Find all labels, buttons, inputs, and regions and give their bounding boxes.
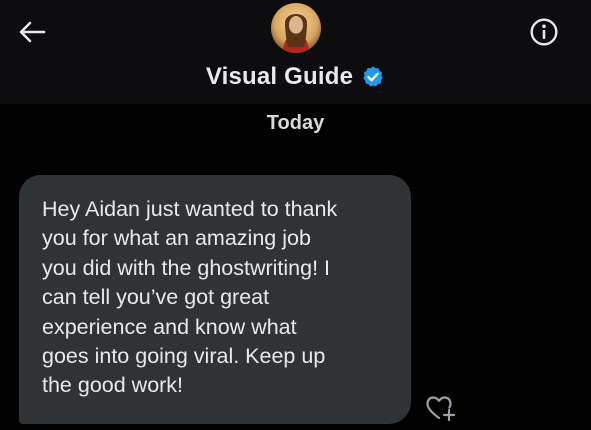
arrow-left-icon: [17, 20, 47, 44]
back-button[interactable]: [14, 16, 50, 48]
date-separator: Today: [266, 112, 325, 134]
info-button[interactable]: [524, 14, 564, 50]
info-circle-icon: [529, 17, 559, 47]
message-bubble[interactable]: Hey Aidan just wanted to thank you for w…: [19, 175, 411, 424]
verified-badge-icon: [361, 65, 385, 89]
avatar[interactable]: [271, 3, 321, 53]
contact-name[interactable]: Visual Guide: [206, 63, 353, 91]
heart-plus-icon: [425, 394, 457, 422]
contact-name-row[interactable]: Visual Guide: [0, 60, 591, 94]
conversation-header: Visual Guide: [0, 0, 591, 104]
add-reaction-button[interactable]: [424, 393, 458, 423]
